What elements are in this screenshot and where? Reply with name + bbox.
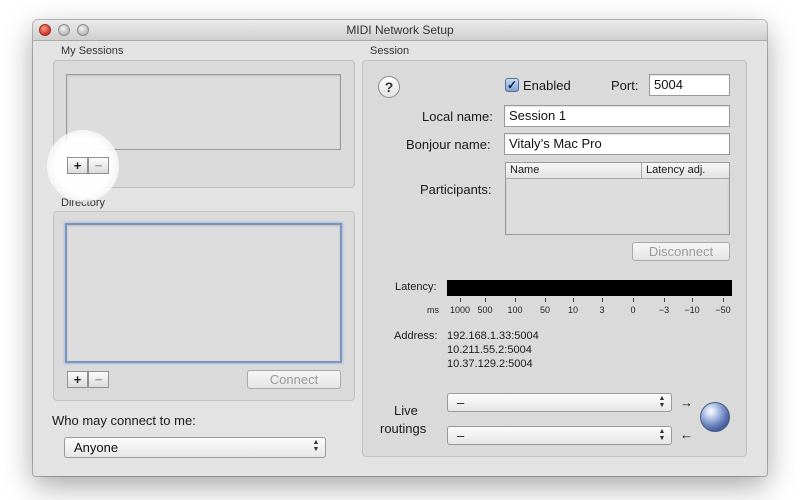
latency-tick-label: 100	[507, 305, 523, 315]
latency-tick-mark	[545, 298, 546, 302]
local-name-label: Local name:	[422, 109, 493, 124]
network-globe-icon	[700, 402, 730, 432]
latency-tick-label: 1000	[450, 305, 471, 315]
column-header-name[interactable]: Name	[510, 164, 539, 176]
session-label: Session	[370, 45, 410, 57]
popup-arrows-icon: ▲ ▼	[658, 428, 666, 442]
connect-button[interactable]: Connect	[247, 370, 341, 389]
latency-tick-mark	[573, 298, 574, 302]
enabled-checkbox[interactable]: ✓	[505, 78, 519, 92]
help-button[interactable]: ?	[378, 76, 400, 98]
latency-tick-label: −50	[715, 305, 731, 315]
latency-tick-label: 50	[539, 305, 550, 315]
live-routings-label-line1: Live	[394, 403, 418, 418]
latency-tick-mark	[485, 298, 486, 302]
routing-in-popup[interactable]: – ▲ ▼	[447, 393, 672, 412]
arrow-left-icon: ←	[680, 427, 693, 442]
directory-label: Directory	[61, 197, 106, 209]
latency-label: Latency:	[395, 281, 437, 293]
port-field[interactable]: 5004	[649, 74, 730, 96]
participants-table[interactable]: Name Latency adj.	[505, 162, 730, 235]
latency-tick-label: 0	[630, 305, 636, 315]
latency-tick-mark	[602, 298, 603, 302]
latency-unit-label: ms	[427, 305, 439, 315]
column-divider	[641, 163, 642, 178]
address-line: 10.211.55.2:5004	[447, 344, 532, 356]
latency-tick-label: 500	[477, 305, 493, 315]
bonjour-name-field[interactable]: Vitaly’s Mac Pro	[504, 133, 730, 155]
latency-tick-mark	[692, 298, 693, 302]
enabled-label: Enabled	[523, 78, 571, 93]
arrow-right-icon: →	[680, 395, 693, 410]
window-title: MIDI Network Setup	[346, 23, 454, 37]
my-sessions-list[interactable]	[66, 74, 341, 150]
bonjour-name-label: Bonjour name:	[406, 137, 491, 152]
popup-arrows-icon: ▲ ▼	[658, 395, 666, 409]
title-bar[interactable]: MIDI Network Setup	[33, 20, 767, 41]
local-name-field[interactable]: Session 1	[504, 105, 730, 127]
column-header-latency-adj[interactable]: Latency adj.	[646, 164, 705, 176]
directory-remove-button[interactable]: −	[88, 371, 109, 388]
latency-tick-mark	[633, 298, 634, 302]
my-sessions-label: My Sessions	[61, 45, 124, 57]
latency-tick-label: 10	[567, 305, 578, 315]
my-sessions-add-button[interactable]: +	[67, 157, 88, 174]
disconnect-button[interactable]: Disconnect	[632, 242, 730, 261]
live-routings-label-line2: routings	[380, 421, 427, 436]
midi-network-setup-window: MIDI Network Setup My Sessions Directory…	[33, 20, 767, 476]
port-label: Port:	[611, 78, 639, 93]
participants-label: Participants:	[420, 182, 492, 197]
latency-meter	[447, 280, 732, 296]
address-line: 192.168.1.33:5004	[447, 330, 539, 342]
address-label: Address:	[394, 330, 438, 342]
latency-tick-mark	[723, 298, 724, 302]
latency-tick-mark	[460, 298, 461, 302]
who-may-connect-popup[interactable]: Anyone ▲ ▼	[64, 437, 326, 458]
directory-list[interactable]	[65, 223, 342, 363]
directory-add-button[interactable]: +	[67, 371, 88, 388]
participants-header: Name Latency adj.	[506, 163, 729, 179]
latency-tick-label: −3	[658, 305, 670, 315]
latency-tick-label: −10	[684, 305, 700, 315]
routing-in-value: –	[457, 395, 465, 410]
routing-out-popup[interactable]: – ▲ ▼	[447, 426, 672, 445]
my-sessions-remove-button[interactable]: −	[88, 157, 109, 174]
address-line: 10.37.129.2:5004	[447, 358, 533, 370]
popup-arrows-icon: ▲ ▼	[312, 439, 320, 453]
latency-tick-label: 3	[599, 305, 605, 315]
latency-tick-mark	[664, 298, 665, 302]
who-may-connect-value: Anyone	[74, 440, 119, 455]
latency-tick-mark	[515, 298, 516, 302]
routing-out-value: –	[457, 428, 465, 443]
who-may-connect-label: Who may connect to me:	[52, 413, 196, 428]
